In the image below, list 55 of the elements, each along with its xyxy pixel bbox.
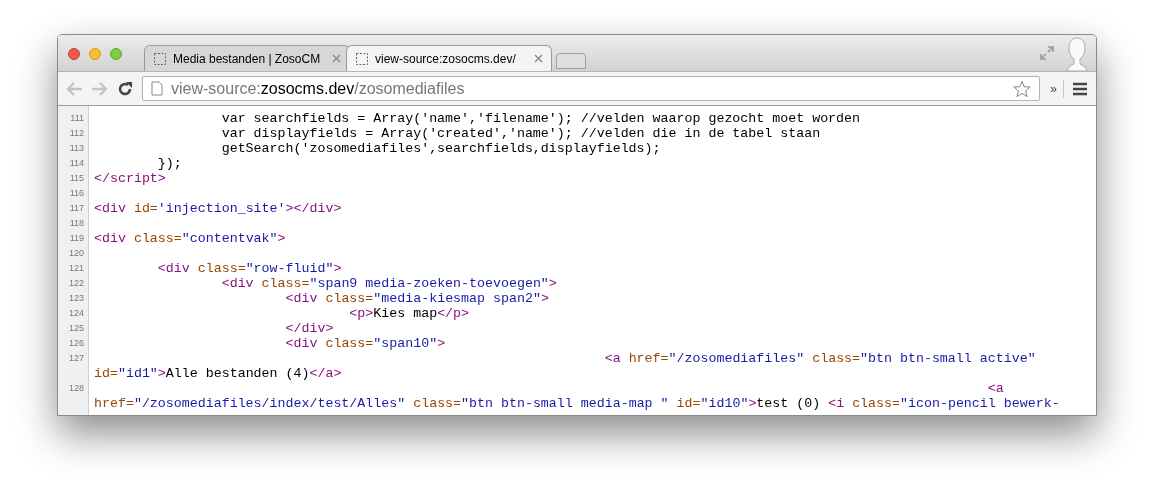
code-line: <a href="/zosomediafiles" class="btn btn-small active" bbox=[603, 351, 1036, 366]
document-icon bbox=[151, 81, 163, 96]
line-number: 128 bbox=[68, 383, 84, 393]
line-number: 117 bbox=[69, 203, 84, 213]
url-text: view-source:zosocms.dev/zosomediafiles bbox=[171, 78, 466, 99]
code-line: <div class="row-fluid"> bbox=[156, 261, 342, 276]
line-number: 119 bbox=[69, 233, 84, 243]
line-number: 127 bbox=[68, 353, 84, 363]
code-line: <div class="contentvak"> bbox=[93, 231, 286, 246]
minimize-window-button[interactable] bbox=[89, 48, 101, 60]
code-line: var searchfields = Array('name','filename'); //velden waarop gezocht moet worden bbox=[220, 111, 861, 126]
line-number: 123 bbox=[68, 293, 84, 303]
line-number: 112 bbox=[69, 128, 84, 138]
close-window-button[interactable] bbox=[68, 48, 80, 60]
overflow-chevron[interactable]: » bbox=[1050, 82, 1057, 95]
line-number: 121 bbox=[68, 263, 84, 273]
menu-icon[interactable] bbox=[1072, 81, 1088, 96]
browser-tab[interactable]: view-source:zosocms.dev/ bbox=[346, 45, 552, 71]
star-icon[interactable] bbox=[1013, 79, 1032, 98]
code-line: <div class="span9 media-zoeken-toevoegen"> bbox=[220, 276, 557, 291]
code-line: <div id='injection_site'></div> bbox=[93, 201, 342, 216]
code-line: <a bbox=[986, 381, 1004, 396]
close-icon[interactable] bbox=[534, 54, 543, 63]
code-line: </script> bbox=[93, 171, 166, 186]
code-line: var displayfields = Array('created','name'); //velden die in de tabel staan bbox=[220, 126, 821, 141]
new-tab-button[interactable] bbox=[556, 53, 586, 69]
code-line: <div class="media-kiesmap span2"> bbox=[284, 291, 549, 306]
tab-title: view-source:zosocms.dev/ bbox=[375, 50, 517, 68]
line-number: 114 bbox=[69, 158, 84, 168]
fullscreen-icon[interactable] bbox=[1040, 46, 1054, 60]
page-icon bbox=[355, 51, 369, 66]
code-line: </div> bbox=[284, 321, 334, 336]
line-number: 122 bbox=[68, 278, 84, 288]
page-icon bbox=[153, 51, 167, 66]
line-number: 124 bbox=[68, 308, 84, 318]
code-line: }); bbox=[156, 156, 182, 171]
line-number: 116 bbox=[69, 188, 84, 198]
profile-silhouette-icon[interactable] bbox=[1066, 37, 1088, 71]
close-icon[interactable] bbox=[332, 54, 341, 63]
reload-icon[interactable] bbox=[116, 79, 134, 98]
line-number: 126 bbox=[68, 338, 84, 348]
line-number: 120 bbox=[68, 248, 84, 258]
line-number: 113 bbox=[69, 143, 84, 153]
code-line: href="/zosomediafiles/index/test/Alles" class="btn btn-small media-map " id="id10">test (0) <i class="icon-pencil bewerk- bbox=[93, 396, 1060, 411]
line-number: 118 bbox=[69, 218, 84, 228]
code-line: <div class="span10"> bbox=[284, 336, 446, 351]
line-number: 125 bbox=[68, 323, 84, 333]
code-line: getSearch('zosomediafiles',searchfields,displayfields); bbox=[220, 141, 661, 156]
line-number: 111 bbox=[70, 113, 84, 123]
address-bar[interactable]: view-source:zosocms.dev/zosomediafiles bbox=[142, 76, 1041, 101]
code-line: id="id1">Alle bestanden (4)</a> bbox=[93, 366, 342, 381]
tab-title: Media bestanden | ZosoCM bbox=[173, 50, 322, 68]
line-number: 115 bbox=[69, 173, 84, 183]
zoom-window-button[interactable] bbox=[110, 48, 122, 60]
code-line: <p>Kies map</p> bbox=[348, 306, 470, 321]
